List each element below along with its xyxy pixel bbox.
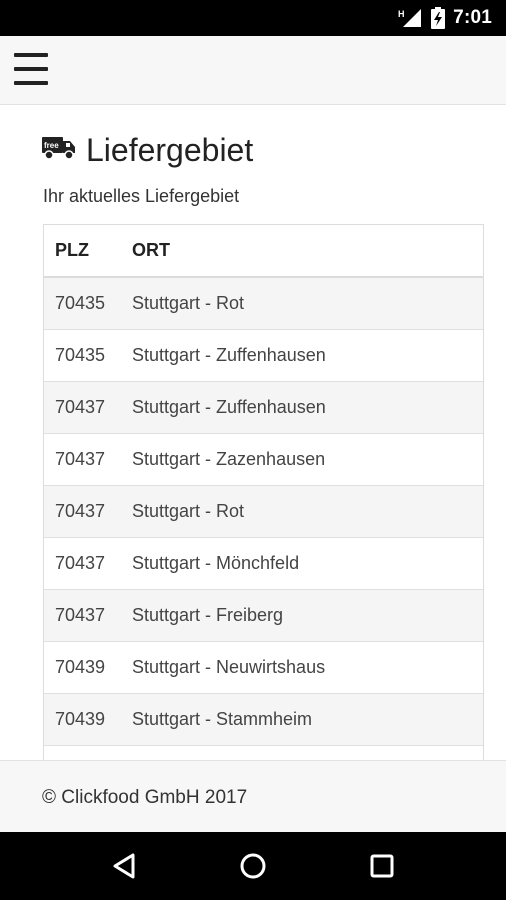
hamburger-menu-icon[interactable] [14,53,48,85]
cell-plz: 70437 [44,536,132,589]
recents-icon[interactable] [362,846,402,886]
cell-plz: 70435 [44,328,132,381]
table-row: 70437 Stuttgart - Zazenhausen [44,432,483,485]
page-heading: free Liefergebiet [42,132,253,169]
cell-plz: 70439 [44,640,132,693]
table-row: 70439 Stuttgart - Stammheim [44,692,483,745]
cell-ort: Stuttgart - Zuffenhausen [132,328,483,381]
table-row: 70437 Stuttgart - Rot [44,484,483,537]
svg-text:H: H [398,9,405,19]
cell-plz: 70439 [44,692,132,745]
cell-plz [44,744,132,760]
app-bar [0,36,506,105]
cell-ort: Stuttgart - Mönchfeld [132,536,483,589]
cell-ort [132,744,483,760]
main-content: free Liefergebiet Ihr aktuelles Lieferge… [0,106,506,760]
column-header-plz: PLZ [44,225,132,278]
table-row: 70435 Stuttgart - Rot [44,276,483,329]
cell-ort: Stuttgart - Stammheim [132,692,483,745]
cell-plz: 70437 [44,380,132,433]
system-nav-bar [0,832,506,900]
footer: © Clickfood GmbH 2017 [0,760,506,832]
delivery-truck-icon: free [42,135,76,166]
cell-ort: Stuttgart - Freiberg [132,588,483,641]
table-header-row: PLZ ORT [44,225,483,278]
page-subtitle: Ihr aktuelles Liefergebiet [43,186,240,206]
table-row [44,744,483,760]
cell-ort: Stuttgart - Zuffenhausen [132,380,483,433]
cell-ort: Stuttgart - Rot [132,484,483,537]
table-row: 70437 Stuttgart - Mönchfeld [44,536,483,589]
cell-ort: Stuttgart - Neuwirtshaus [132,640,483,693]
table-row: 70437 Stuttgart - Freiberg [44,588,483,641]
signal-icon: H [397,8,423,28]
cell-plz: 70437 [44,484,132,537]
cell-plz: 70435 [44,276,132,329]
back-icon[interactable] [104,846,144,886]
status-bar: H 7:01 [0,0,506,36]
cell-plz: 70437 [44,588,132,641]
table-row: 70437 Stuttgart - Zuffenhausen [44,380,483,433]
page-title: Liefergebiet [86,132,254,168]
column-header-ort: ORT [132,225,483,278]
table-row: 70439 Stuttgart - Neuwirtshaus [44,640,483,693]
status-time: 7:01 [453,7,492,28]
cell-ort: Stuttgart - Zazenhausen [132,432,483,485]
battery-icon [431,7,446,29]
cell-ort: Stuttgart - Rot [132,276,483,329]
copyright-text: © Clickfood GmbH 2017 [42,787,248,808]
svg-text:free: free [44,141,59,150]
delivery-area-table: PLZ ORT 70435 Stuttgart - Rot 70435 Stut… [43,224,484,760]
home-icon[interactable] [233,846,273,886]
cell-plz: 70437 [44,432,132,485]
table-row: 70435 Stuttgart - Zuffenhausen [44,328,483,381]
